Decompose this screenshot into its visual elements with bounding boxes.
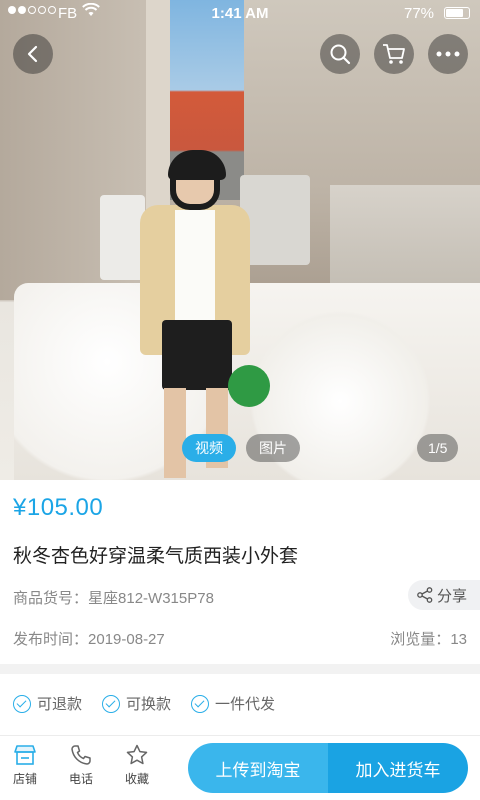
share-button[interactable]: 分享 <box>408 580 480 610</box>
service-refund: 可退款 <box>13 693 82 714</box>
service-tags: 可退款 可换款 一件代发 <box>13 693 275 714</box>
product-title: 秋冬杏色好穿温柔气质西装小外套 <box>13 546 299 567</box>
cart-icon <box>383 44 405 64</box>
service-label: 一件代发 <box>215 696 276 713</box>
battery-percent: 77% <box>404 5 435 22</box>
more-button[interactable] <box>428 34 468 74</box>
search-icon <box>330 44 351 65</box>
service-dropship: 一件代发 <box>191 693 275 714</box>
service-label: 可换款 <box>126 696 172 713</box>
sku-label: 商品货号： <box>13 590 89 607</box>
product-image[interactable] <box>0 0 480 480</box>
check-circle-icon <box>191 694 210 713</box>
store-button[interactable]: 店铺 <box>0 744 50 787</box>
views-label: 浏览量： <box>390 631 451 648</box>
publish-date-row: 发布时间：2019-08-27 <box>13 628 165 649</box>
photo-shelf <box>330 185 480 295</box>
star-icon <box>126 744 148 765</box>
views-value: 13 <box>450 631 467 648</box>
status-bar: FB 1:41 AM 77% <box>0 0 480 28</box>
phone-button[interactable]: 电话 <box>56 744 106 787</box>
phone-icon <box>71 745 91 765</box>
share-label: 分享 <box>437 587 468 605</box>
check-circle-icon <box>13 694 31 713</box>
publish-date-value: 2019-08-27 <box>88 631 165 648</box>
image-counter: 1/5 <box>417 434 459 462</box>
tab-video[interactable]: 视频 <box>182 434 236 462</box>
upload-to-taobao-button[interactable]: 上传到淘宝 <box>188 743 328 793</box>
product-price: ¥105.00 <box>13 494 104 521</box>
add-to-cart-button[interactable]: 加入进货车 <box>328 743 468 793</box>
battery-icon <box>444 7 470 19</box>
store-icon <box>14 745 36 765</box>
service-exchange: 可换款 <box>102 693 171 714</box>
store-label: 店铺 <box>12 772 37 786</box>
publish-date-label: 发布时间： <box>13 631 89 648</box>
section-divider <box>0 664 480 674</box>
share-icon <box>417 587 433 603</box>
tab-photo[interactable]: 图片 <box>246 434 300 462</box>
favorite-label: 收藏 <box>124 772 149 786</box>
photo-model <box>120 150 270 480</box>
views-row: 浏览量：13 <box>390 628 467 649</box>
more-icon <box>436 51 460 57</box>
favorite-button[interactable]: 收藏 <box>112 744 162 787</box>
sku-value: 星座812-W315P78 <box>88 590 214 607</box>
chevron-left-icon <box>27 45 38 63</box>
cart-button[interactable] <box>374 34 414 74</box>
back-button[interactable] <box>13 34 53 74</box>
service-label: 可退款 <box>37 696 83 713</box>
sku-row: 商品货号：星座812-W315P78 <box>13 587 214 608</box>
phone-label: 电话 <box>68 772 93 786</box>
search-button[interactable] <box>320 34 360 74</box>
check-circle-icon <box>102 694 121 713</box>
